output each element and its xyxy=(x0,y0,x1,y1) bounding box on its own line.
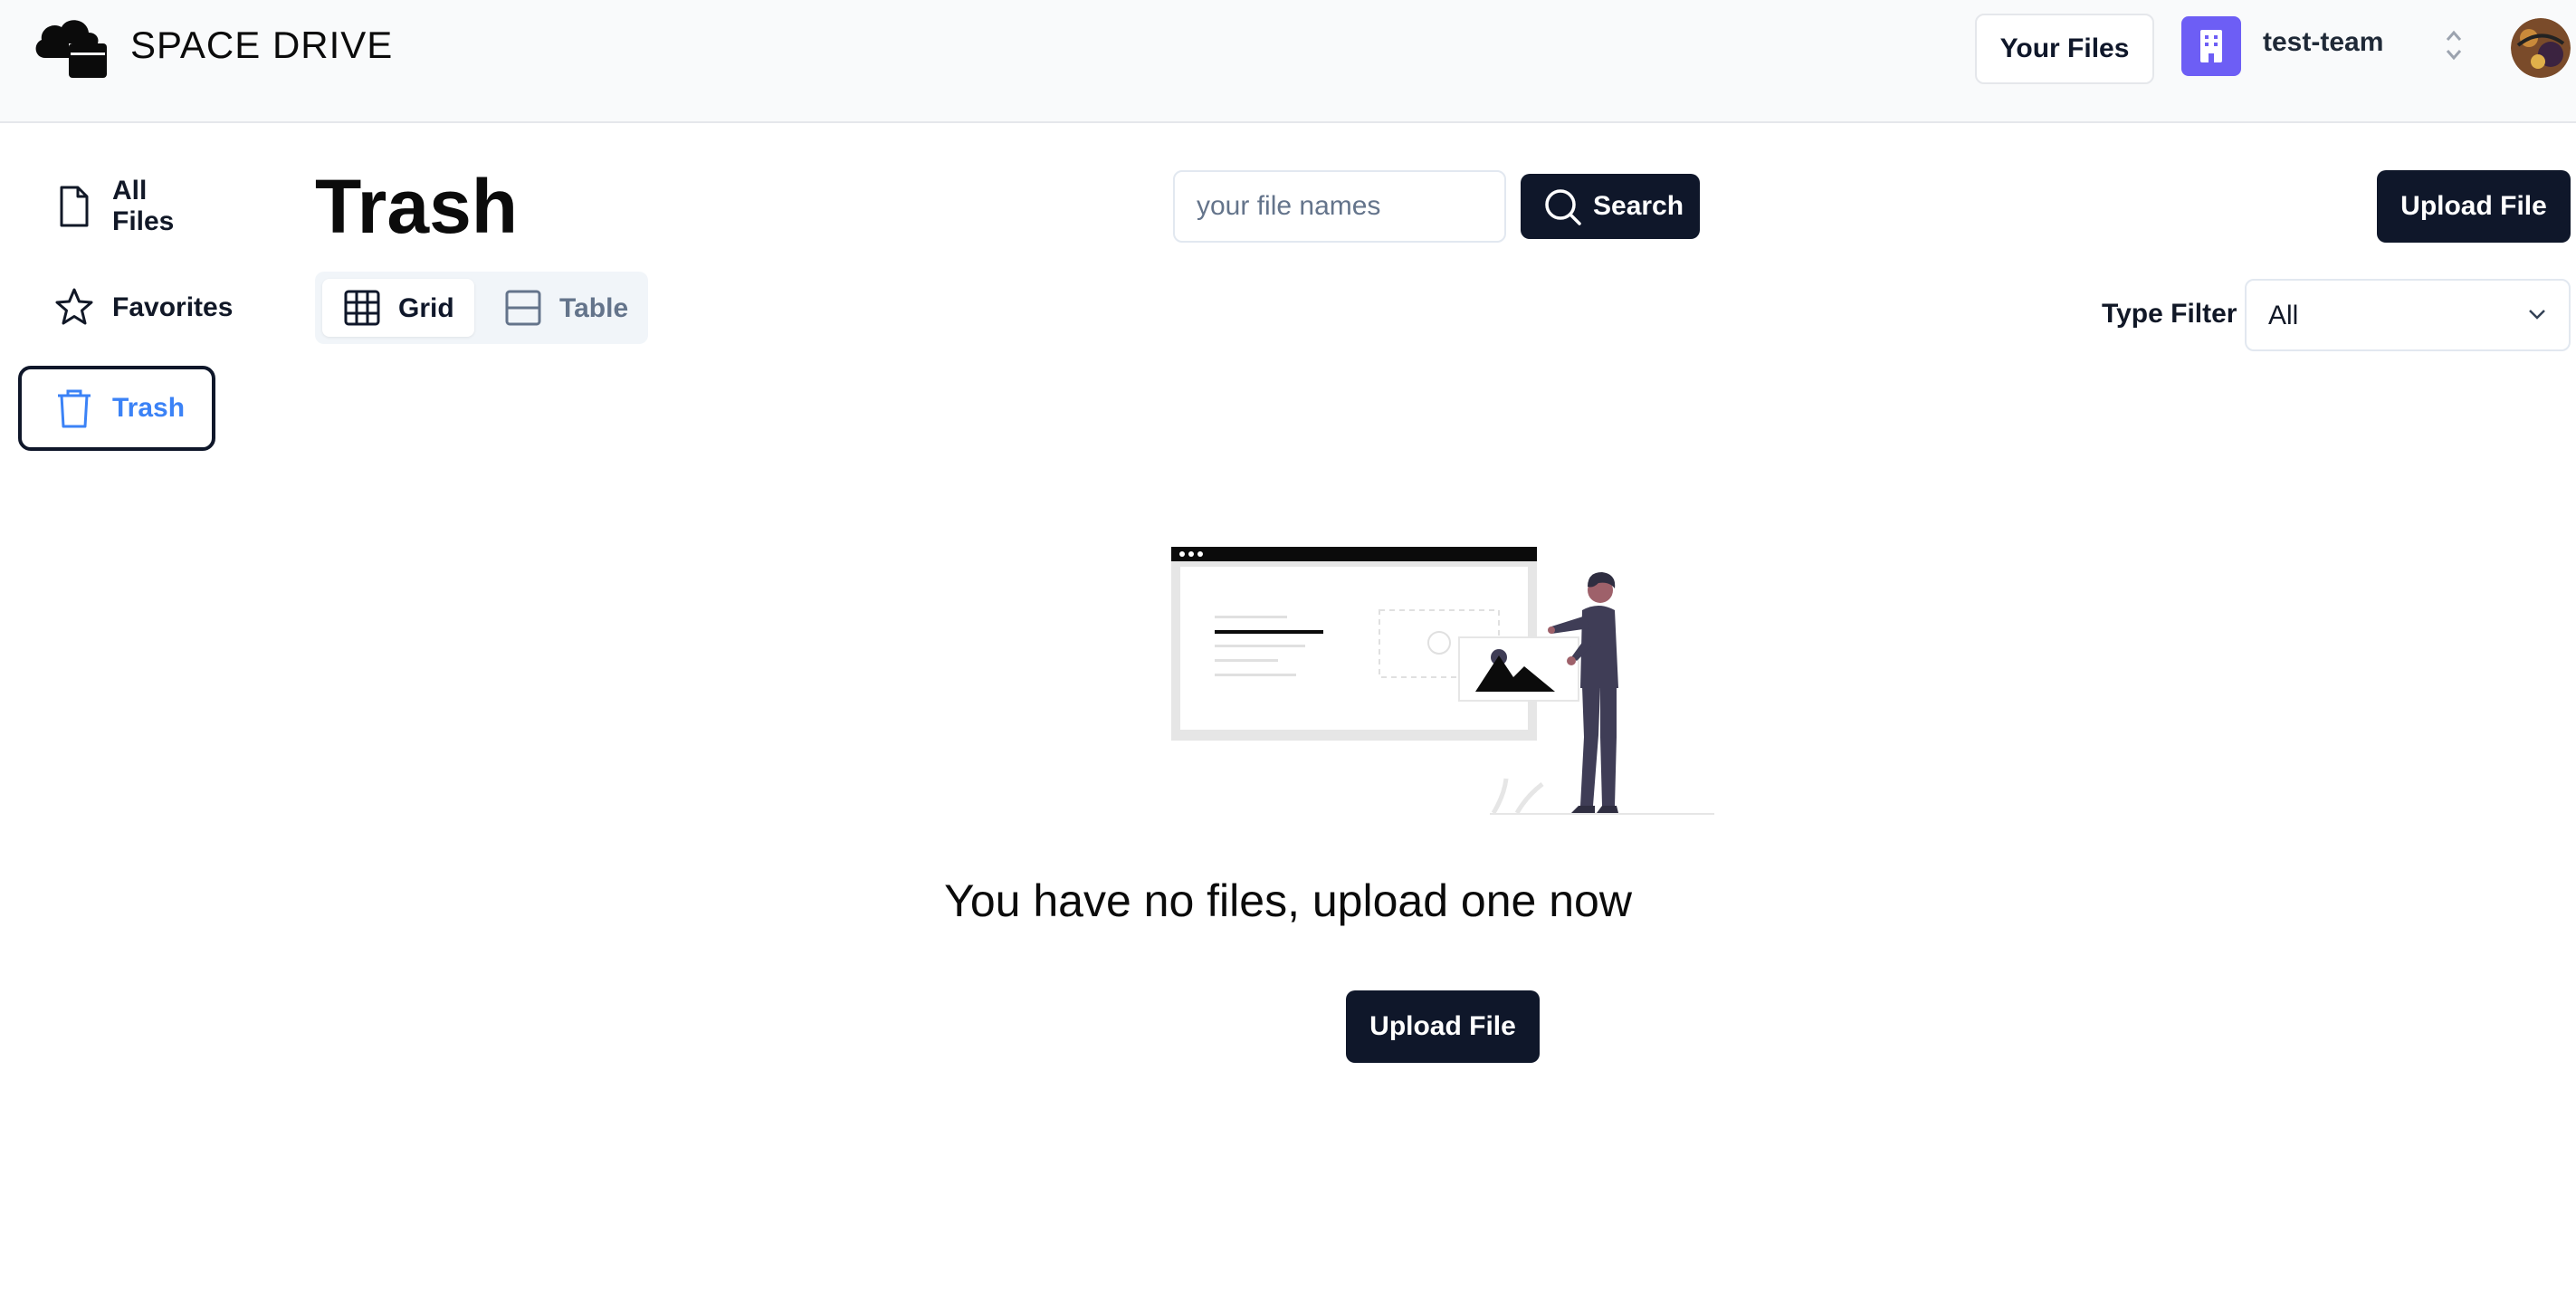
chevron-up-down-icon xyxy=(2446,30,2462,61)
app-title[interactable]: SPACE DRIVE xyxy=(130,24,393,67)
tab-table[interactable]: Table xyxy=(483,279,637,337)
user-avatar[interactable] xyxy=(2511,18,2571,78)
page-title: Trash xyxy=(315,164,519,249)
search-button-label: Search xyxy=(1593,191,1684,221)
team-name: test-team xyxy=(2263,27,2384,57)
trash-icon xyxy=(58,389,91,428)
search-icon xyxy=(1545,189,1581,225)
search-button[interactable]: Search xyxy=(1521,174,1700,239)
view-toggle: Grid Table xyxy=(315,272,648,344)
file-icon xyxy=(60,186,89,227)
grid-icon xyxy=(344,290,380,326)
sidebar-item-label: Trash xyxy=(112,393,186,423)
sidebar-item-favorites[interactable]: Favorites xyxy=(18,265,233,350)
tab-grid-label: Grid xyxy=(398,293,454,323)
chevron-down-icon xyxy=(2529,310,2545,320)
cloud-folder-icon[interactable] xyxy=(33,16,109,80)
upload-file-button[interactable]: Upload File xyxy=(2377,170,2571,243)
building-icon xyxy=(2181,16,2241,76)
tab-table-label: Table xyxy=(559,293,629,323)
table-icon xyxy=(505,290,541,326)
sidebar-item-trash[interactable]: Trash xyxy=(18,366,215,451)
team-switcher[interactable]: test-team xyxy=(2181,13,2471,76)
type-filter-label: Type Filter xyxy=(2102,299,2237,329)
empty-state-message: You have no files, upload one now xyxy=(944,875,1632,926)
empty-state-illustration xyxy=(1171,547,1714,815)
tab-grid[interactable]: Grid xyxy=(322,279,474,337)
search-input[interactable] xyxy=(1173,170,1506,243)
your-files-button[interactable]: Your Files xyxy=(1975,14,2154,84)
top-header: SPACE DRIVE Your Files test-team xyxy=(0,0,2576,123)
star-icon xyxy=(55,288,93,325)
type-filter-select[interactable]: All xyxy=(2245,279,2571,351)
type-filter-value: All xyxy=(2268,301,2299,330)
sidebar-item-all-files[interactable]: All Files xyxy=(18,164,215,249)
upload-file-button-empty[interactable]: Upload File xyxy=(1346,990,1540,1063)
sidebar-item-label: Favorites xyxy=(112,292,234,322)
sidebar-item-label: All Files xyxy=(112,176,175,236)
